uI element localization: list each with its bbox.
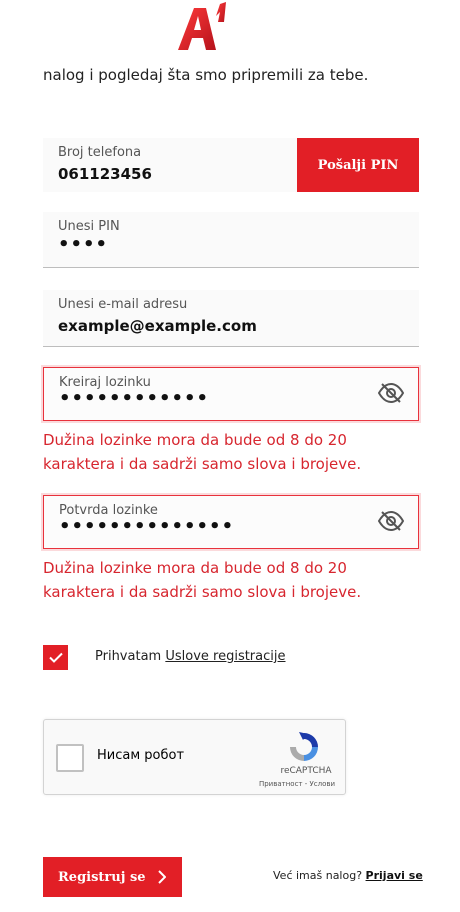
register-button[interactable]: Registruj se	[43, 857, 182, 897]
phone-field[interactable]: Broj telefona 061123456	[43, 138, 297, 192]
phone-value: 061123456	[58, 165, 152, 183]
phone-label: Broj telefona	[58, 145, 142, 160]
eye-off-icon[interactable]	[378, 510, 404, 532]
pin-field[interactable]: Unesi PIN ••••	[43, 212, 419, 268]
recaptcha-checkbox[interactable]	[56, 744, 84, 772]
terms-checkbox[interactable]	[43, 645, 68, 670]
pin-label: Unesi PIN	[58, 219, 120, 234]
terms-text: Prihvatam Uslove registracije	[95, 649, 286, 664]
pin-value: ••••	[58, 234, 109, 255]
password-error: Dužina lozinke mora da bude od 8 do 20 k…	[43, 431, 362, 473]
recaptcha-widget: Нисам робот reCAPTCHA Приватност - Услов…	[43, 719, 346, 795]
confirm-password-field[interactable]: Potvrda lozinke ••••••••••••••	[43, 495, 419, 549]
password-field[interactable]: Kreiraj lozinku ••••••••••••	[43, 367, 419, 421]
email-value: example@example.com	[58, 317, 257, 335]
email-field[interactable]: Unesi e-mail adresu example@example.com	[43, 290, 419, 347]
confirm-password-error: Dužina lozinke mora da bude od 8 do 20 k…	[43, 559, 362, 601]
terms-link[interactable]: Uslove registracije	[165, 649, 285, 664]
a1-logo	[178, 2, 226, 50]
recaptcha-brand: reCAPTCHA	[280, 766, 332, 776]
recaptcha-label: Нисам робот	[97, 748, 185, 763]
register-label: Registruj se	[58, 869, 146, 885]
login-prefix: Već imaš nalog?	[273, 869, 363, 882]
intro-text: nalog i pogledaj šta smo pripremili za t…	[43, 66, 369, 84]
login-link[interactable]: Prijavi se	[366, 869, 423, 882]
confirm-password-value: ••••••••••••••	[59, 516, 235, 537]
recaptcha-logo-icon	[290, 732, 318, 761]
check-icon	[48, 652, 63, 663]
eye-off-icon[interactable]	[378, 382, 404, 404]
terms-prefix: Prihvatam	[95, 649, 162, 664]
password-value: ••••••••••••	[59, 388, 210, 409]
send-pin-button[interactable]: Pošalji PIN	[297, 138, 419, 192]
recaptcha-terms[interactable]: Приватност - Услови	[252, 780, 342, 788]
login-prompt: Već imaš nalog? Prijavi se	[273, 869, 423, 882]
chevron-right-icon	[158, 870, 166, 884]
email-label: Unesi e-mail adresu	[58, 297, 188, 312]
